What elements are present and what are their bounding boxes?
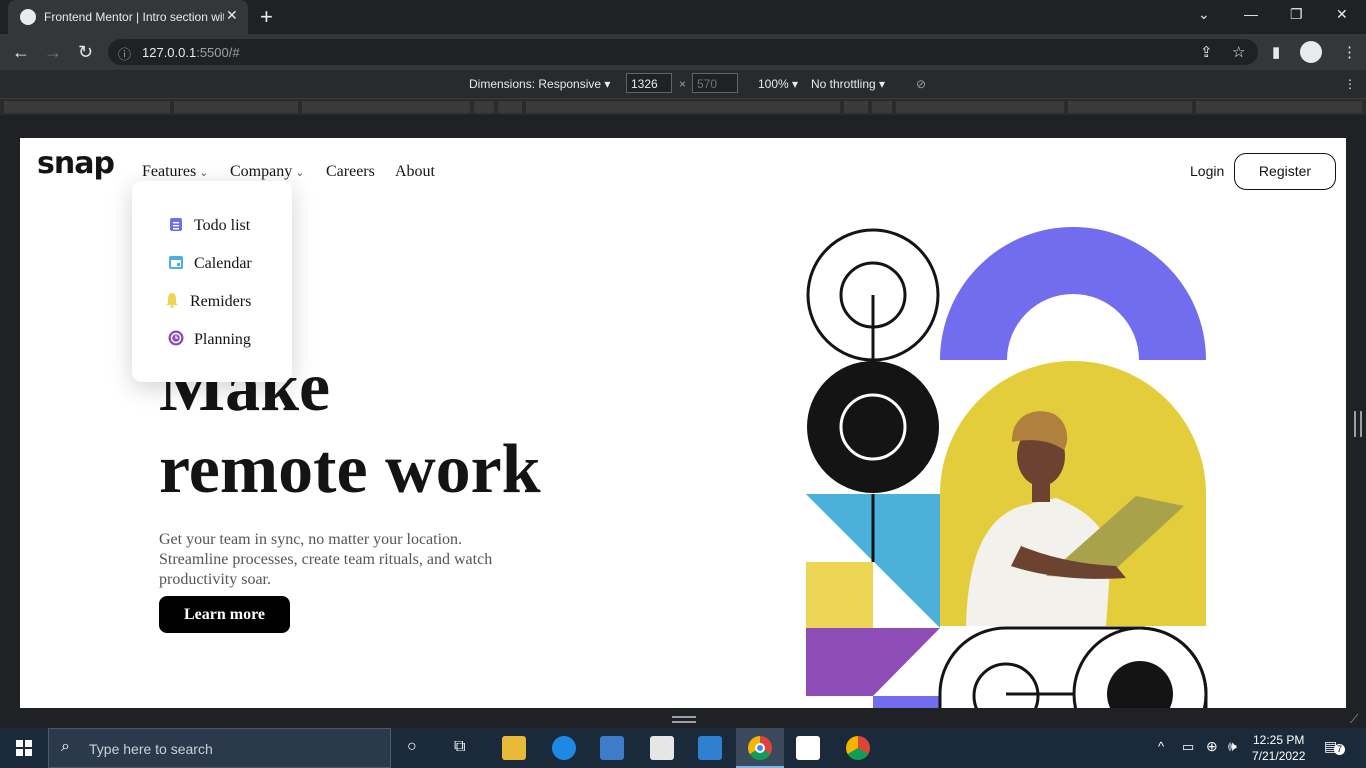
windows-start-icon[interactable] [16, 740, 32, 756]
planning-icon [168, 330, 184, 346]
file-explorer-icon[interactable] [502, 736, 526, 760]
taskbar-clock[interactable]: 12:25 PM 7/21/2022 [1252, 732, 1305, 764]
chrome-active-icon[interactable] [736, 728, 784, 768]
photos-icon[interactable] [796, 736, 820, 760]
todo-icon [170, 218, 182, 231]
cortana-icon[interactable]: ○ [407, 738, 417, 756]
black-disc-shape [807, 361, 939, 493]
profile-avatar[interactable] [1300, 41, 1322, 63]
new-tab-button[interactable]: + [260, 4, 273, 30]
battery-icon[interactable]: ▭ [1182, 739, 1194, 755]
vscode-icon[interactable] [698, 736, 722, 760]
minimize-icon[interactable]: — [1244, 6, 1258, 22]
dropdown-item-todo[interactable]: Todo list [168, 216, 250, 235]
bottom-resize-strip: ⟋ [0, 708, 1366, 728]
device-toolbar: Dimensions: Responsive ▾ 1326 × 570 100%… [0, 70, 1366, 99]
throttling-dropdown[interactable]: No throttling ▾ [811, 77, 885, 91]
rotate-icon[interactable]: ⊘ [916, 77, 926, 91]
share-icon[interactable]: ⇪ [1200, 43, 1213, 61]
favicon-icon [20, 9, 36, 25]
right-resize-handle[interactable] [1354, 411, 1362, 437]
features-dropdown: Todo list Calendar Remiders Planning [132, 181, 292, 382]
show-hidden-icons[interactable]: ^ [1158, 739, 1164, 754]
chevron-down-icon: ⌄ [295, 167, 305, 179]
notification-badge: 7 [1334, 744, 1345, 755]
dropdown-item-calendar[interactable]: Calendar [168, 254, 252, 273]
register-button[interactable]: Register [1234, 153, 1336, 190]
edge-icon[interactable] [552, 736, 576, 760]
bottom-resize-handle[interactable] [672, 716, 696, 723]
windows-taskbar: ⌕ Type here to search ○ ⧉ ^ ▭ ⊕ 🕪 12:25 … [0, 728, 1366, 768]
browser-tab[interactable]: Frontend Mentor | Intro section with dro… [8, 0, 248, 34]
hero-illustration [806, 227, 1208, 708]
width-input[interactable]: 1326 [626, 73, 672, 93]
device-more-icon[interactable]: ⋮ [1344, 77, 1356, 91]
tab-title: Frontend Mentor | Intro section with dro… [44, 10, 224, 24]
info-icon[interactable]: ⓘ [118, 44, 131, 63]
dimensions-dropdown[interactable]: Dimensions: Responsive ▾ [469, 77, 610, 91]
side-panel-icon[interactable]: ▮ [1272, 43, 1280, 61]
tab-strip: Frontend Mentor | Intro section with dro… [0, 0, 1366, 34]
url-text: 127.0.0.1:5500/# [142, 45, 240, 60]
search-placeholder: Type here to search [89, 741, 213, 757]
notification-center-icon[interactable]: ▤ 7 [1324, 738, 1345, 756]
close-tab-icon[interactable]: ✕ [226, 7, 238, 24]
dropdown-item-reminders[interactable]: Remiders [164, 292, 251, 311]
chrome-icon[interactable] [846, 736, 870, 760]
address-bar[interactable]: ⓘ 127.0.0.1:5500/# [108, 39, 1258, 65]
menu-dots-icon[interactable]: ⋮ [1342, 43, 1357, 61]
task-view-icon[interactable]: ⧉ [454, 738, 465, 756]
yellow-square-shape [806, 562, 873, 628]
snap-logo[interactable]: snap [37, 146, 115, 181]
dropdown-item-planning[interactable]: Planning [168, 330, 251, 349]
browser-toolbar: ← → ↻ ⓘ 127.0.0.1:5500/# ⇪ ☆ ▮ ⋮ [0, 34, 1366, 70]
reload-icon[interactable]: ↻ [78, 42, 93, 63]
mail-icon[interactable] [650, 736, 674, 760]
hero-description: Get your team in sync, no matter your lo… [159, 531, 493, 588]
media-query-bar[interactable] [0, 99, 1366, 115]
chevron-down-icon: ⌄ [199, 167, 209, 179]
back-icon[interactable]: ← [12, 42, 30, 63]
bell-icon [166, 293, 178, 308]
close-window-icon[interactable]: ✕ [1336, 6, 1348, 23]
forward-icon[interactable]: → [44, 42, 62, 63]
store-icon[interactable] [600, 736, 624, 760]
nav-features[interactable]: Features ⌄ [142, 163, 208, 181]
purple-arch-shape [940, 227, 1206, 360]
tab-search-icon[interactable]: ⌄ [1198, 6, 1210, 23]
network-icon[interactable]: ⊕ [1206, 738, 1218, 755]
volume-icon[interactable]: 🕪 [1228, 738, 1237, 755]
taskbar-search-box[interactable]: ⌕ Type here to search [48, 728, 391, 768]
login-link[interactable]: Login [1190, 163, 1224, 179]
learn-more-button[interactable]: Learn more [159, 596, 290, 633]
corner-resize-icon[interactable]: ⟋ [1350, 712, 1358, 727]
times-separator: × [679, 77, 687, 91]
bookmark-star-icon[interactable]: ☆ [1232, 43, 1245, 61]
calendar-icon [169, 256, 183, 269]
purple-block-shape [806, 628, 940, 696]
height-input[interactable]: 570 [692, 73, 738, 93]
restore-icon[interactable]: ❐ [1290, 6, 1303, 23]
nav-company[interactable]: Company ⌄ [230, 163, 304, 181]
nav-about[interactable]: About [395, 163, 435, 181]
zoom-dropdown[interactable]: 100% ▾ [758, 77, 798, 91]
hero-title-line2: remote work [159, 431, 541, 508]
nav-careers[interactable]: Careers [326, 163, 375, 181]
search-icon: ⌕ [61, 738, 70, 755]
page-viewport: snap Features ⌄ Company ⌄ Careers About Lo… [20, 138, 1346, 708]
